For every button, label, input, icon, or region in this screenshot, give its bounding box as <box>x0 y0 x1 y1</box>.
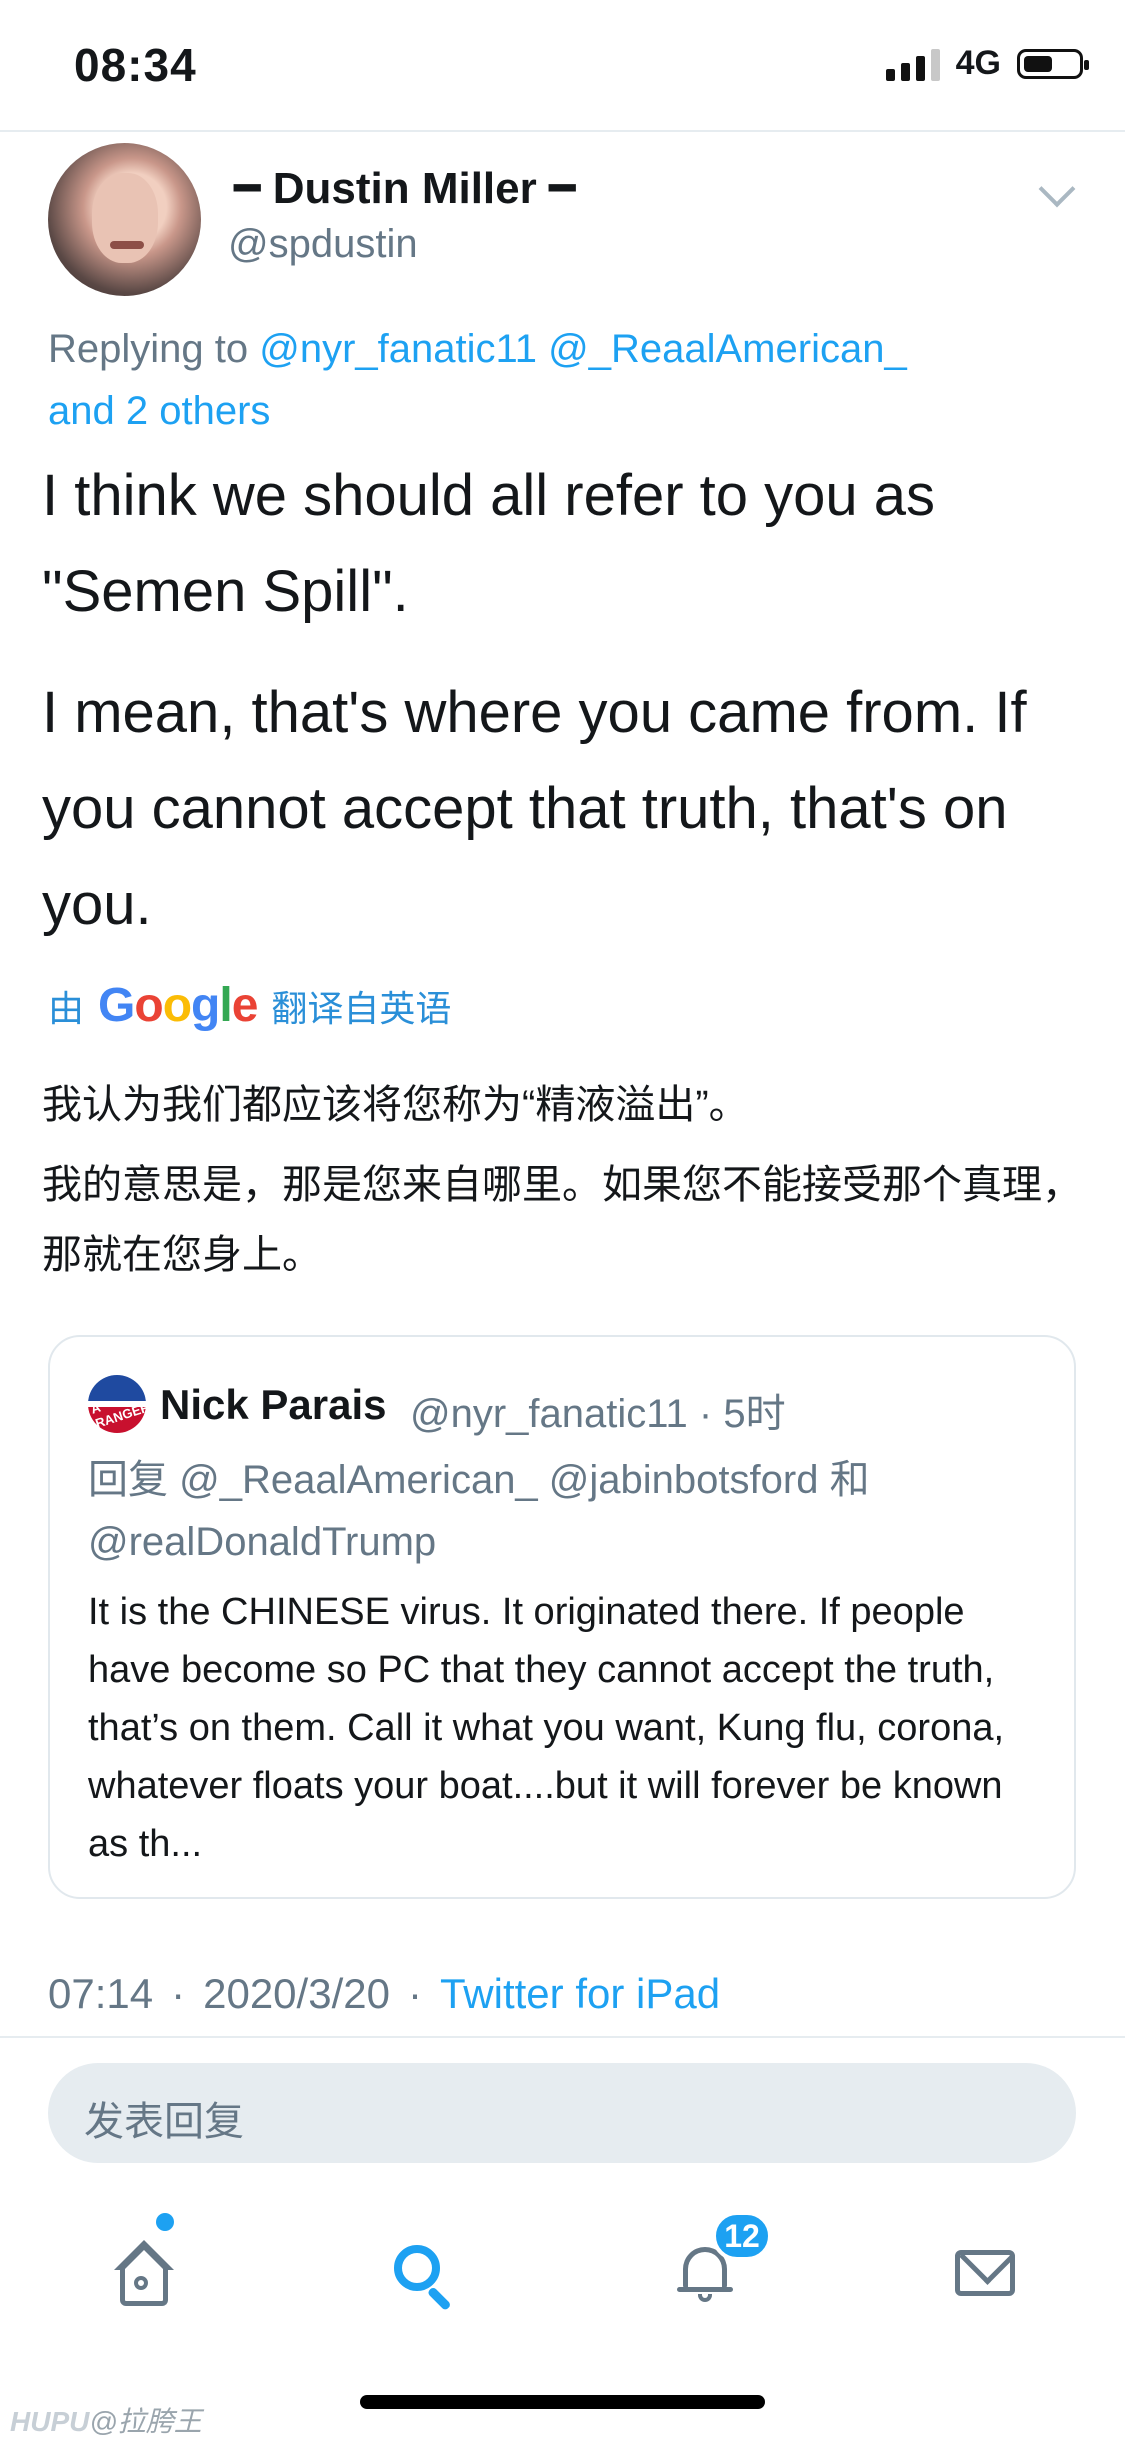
separator: · <box>171 1970 186 2017</box>
notification-badge: 12 <box>712 2211 772 2261</box>
replying-to: Replying to @nyr_fanatic11 @_ReaalAmeric… <box>48 318 1068 442</box>
search-icon <box>394 2245 452 2312</box>
network-label: 4G <box>955 44 1001 82</box>
quoted-avatar: A RANGER <box>88 1375 152 1433</box>
watermark-brand: HUPU <box>10 2406 90 2437</box>
new-content-dot <box>156 2213 174 2231</box>
divider <box>0 130 1125 132</box>
replying-handles-link[interactable]: @nyr_fanatic11 @_ReaalAmerican_ <box>259 327 906 371</box>
translate-suffix: 翻译自英语 <box>271 987 452 1029</box>
reply-placeholder: 发表回复 <box>84 2100 244 2144</box>
translate-attribution[interactable]: 由 Google 翻译自英语 <box>48 978 451 1033</box>
tweet-time: 07:14 <box>48 1970 154 2017</box>
watermark: HUPU@拉胯王 <box>10 2400 202 2440</box>
quoted-tweet[interactable]: A RANGER Nick Parais @nyr_fanatic11 · 5时… <box>48 1335 1076 1899</box>
status-indicators: 4G <box>885 44 1089 83</box>
home-indicator[interactable] <box>360 2395 765 2409</box>
divider <box>0 2036 1125 2038</box>
author-avatar[interactable] <box>48 143 201 296</box>
tweet-source-link[interactable]: Twitter for iPad <box>440 1970 720 2018</box>
quoted-author-name: Nick Parais <box>160 1381 387 1428</box>
tab-search[interactable] <box>367 2218 477 2328</box>
google-logo: Google <box>98 979 258 1032</box>
quoted-reply-handle: @realDonaldTrump <box>88 1520 437 1564</box>
translated-paragraph: 我认为我们都应该将您称为“精液溢出”。 <box>42 1083 749 1127</box>
quoted-reply-handles: @_ReaalAmerican_ @jabinbotsford <box>179 1458 819 1502</box>
translate-prefix: 由 <box>48 987 85 1029</box>
watermark-user: @拉胯王 <box>89 2406 202 2437</box>
chevron-down-icon[interactable] <box>1038 170 1076 208</box>
signal-icon <box>885 47 940 81</box>
author-handle[interactable]: @spdustin <box>228 222 418 267</box>
separator: · <box>407 1970 422 2017</box>
replying-prefix: Replying to <box>48 327 260 371</box>
replying-others-link[interactable]: and 2 others <box>48 389 270 433</box>
quoted-replying-to: 回复 @_ReaalAmerican_ @jabinbotsford 和 @re… <box>88 1449 1048 1573</box>
tweet-timestamp: 07:14 · 2020/3/20 · Twitter for iPad <box>48 1970 720 2018</box>
quoted-reply-and: 和 <box>818 1458 870 1502</box>
reply-input[interactable]: 发表回复 <box>48 2063 1076 2163</box>
battery-icon <box>1017 48 1089 79</box>
quoted-reply-prefix: 回复 <box>88 1458 180 1502</box>
translated-paragraph: 我的意思是，那是您来自哪里。如果您不能接受那个真理，那就在您身上。 <box>42 1163 1082 1277</box>
tweet-text-paragraph: I think we should all refer to you as "S… <box>42 463 936 624</box>
tab-messages[interactable] <box>930 2218 1040 2328</box>
status-time: 08:34 <box>74 39 197 91</box>
quoted-handle-time: @nyr_fanatic11 · 5时 <box>410 1392 786 1436</box>
tweet-text-paragraph: I mean, that's where you came from. If y… <box>42 680 1027 937</box>
tweet-date: 2020/3/20 <box>203 1970 390 2017</box>
mail-icon <box>955 2250 1015 2296</box>
author-name[interactable]: ━ Dustin Miller ━ <box>234 163 575 214</box>
quoted-text: It is the CHINESE virus. It originated t… <box>88 1591 1005 1865</box>
home-icon <box>114 2240 174 2306</box>
tab-home[interactable] <box>85 2218 195 2328</box>
